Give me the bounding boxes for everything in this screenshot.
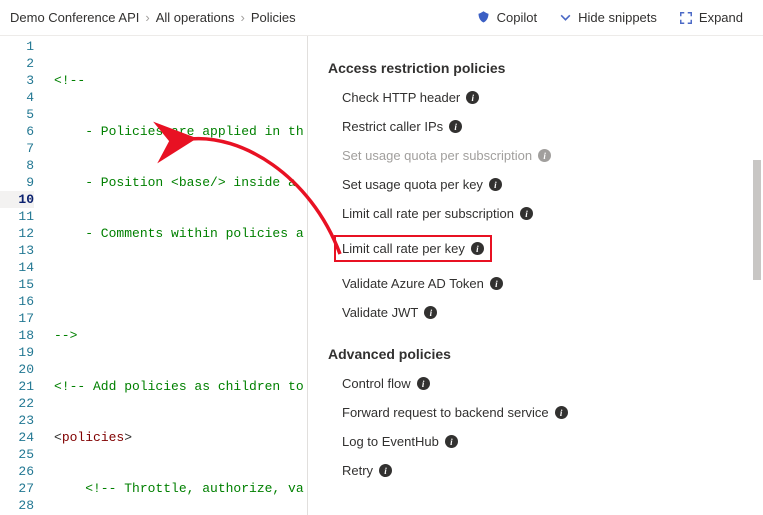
toolbar-actions: Copilot Hide snippets Expand — [476, 10, 753, 25]
main: 1234567891011121314151617181920212223242… — [0, 36, 763, 515]
info-icon — [538, 149, 551, 162]
info-icon[interactable] — [424, 306, 437, 319]
expand-label: Expand — [699, 10, 743, 25]
expand-button[interactable]: Expand — [679, 10, 743, 25]
breadcrumb-policies: Policies — [251, 10, 296, 25]
access-policy-list: Check HTTP header Restrict caller IPs Se… — [328, 90, 745, 320]
info-icon[interactable] — [520, 207, 533, 220]
info-icon[interactable] — [449, 120, 462, 133]
info-icon[interactable] — [471, 242, 484, 255]
info-icon[interactable] — [379, 464, 392, 477]
breadcrumb-api[interactable]: Demo Conference API — [10, 10, 139, 25]
copilot-icon — [476, 10, 491, 25]
info-icon[interactable] — [490, 277, 503, 290]
copilot-label: Copilot — [497, 10, 537, 25]
expand-icon — [679, 11, 693, 25]
policies-pane: Access restriction policies Check HTTP h… — [308, 36, 763, 515]
policy-forward-request[interactable]: Forward request to backend service — [342, 405, 745, 420]
chevron-down-icon — [559, 11, 572, 24]
advanced-policy-list: Control flow Forward request to backend … — [328, 376, 745, 478]
policy-set-quota-key[interactable]: Set usage quota per key — [342, 177, 745, 192]
info-icon[interactable] — [445, 435, 458, 448]
breadcrumb-operations[interactable]: All operations — [156, 10, 235, 25]
scrollbar-thumb[interactable] — [753, 160, 761, 280]
code-content[interactable]: <!-- - Policies are applied in th - Posi… — [48, 36, 307, 515]
breadcrumb: Demo Conference API › All operations › P… — [10, 10, 296, 25]
info-icon[interactable] — [466, 91, 479, 104]
policy-limit-rate-subscription[interactable]: Limit call rate per subscription — [342, 206, 745, 221]
line-gutter: 1234567891011121314151617181920212223242… — [0, 36, 48, 515]
hide-snippets-button[interactable]: Hide snippets — [559, 10, 657, 25]
chevron-right-icon: › — [145, 10, 149, 25]
info-icon[interactable] — [555, 406, 568, 419]
policy-check-http-header[interactable]: Check HTTP header — [342, 90, 745, 105]
info-icon[interactable] — [489, 178, 502, 191]
chevron-right-icon: › — [240, 10, 244, 25]
info-icon[interactable] — [417, 377, 430, 390]
policy-log-eventhub[interactable]: Log to EventHub — [342, 434, 745, 449]
hide-snippets-label: Hide snippets — [578, 10, 657, 25]
policy-validate-azure-ad[interactable]: Validate Azure AD Token — [342, 276, 745, 291]
section-access-title: Access restriction policies — [328, 60, 745, 76]
code-editor[interactable]: 1234567891011121314151617181920212223242… — [0, 36, 308, 515]
policy-set-quota-subscription: Set usage quota per subscription — [342, 148, 745, 163]
copilot-button[interactable]: Copilot — [476, 10, 537, 25]
policy-restrict-caller-ips[interactable]: Restrict caller IPs — [342, 119, 745, 134]
section-advanced-title: Advanced policies — [328, 346, 745, 362]
policy-limit-rate-key[interactable]: Limit call rate per key — [334, 235, 492, 262]
top-bar: Demo Conference API › All operations › P… — [0, 0, 763, 36]
policy-retry[interactable]: Retry — [342, 463, 745, 478]
policy-control-flow[interactable]: Control flow — [342, 376, 745, 391]
policy-validate-jwt[interactable]: Validate JWT — [342, 305, 745, 320]
